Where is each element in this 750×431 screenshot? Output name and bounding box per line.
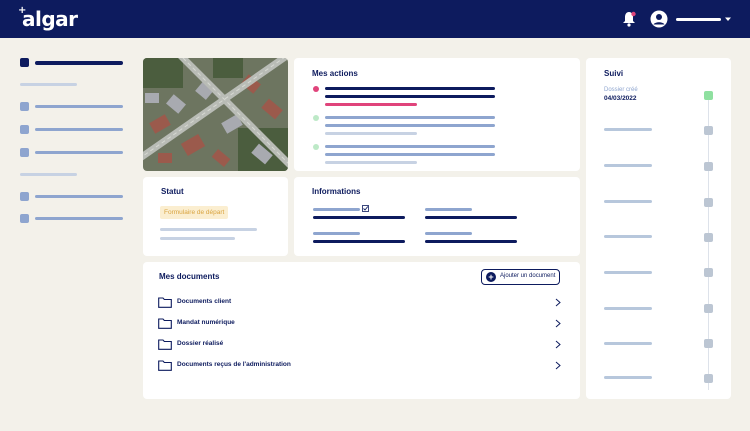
timeline-step-label bbox=[604, 128, 652, 131]
timeline-step bbox=[704, 339, 713, 348]
timeline-step bbox=[704, 162, 713, 171]
alert-icon bbox=[313, 86, 319, 92]
timeline-step bbox=[704, 268, 713, 277]
edit-icon[interactable] bbox=[362, 205, 369, 212]
user-avatar-icon[interactable] bbox=[650, 10, 668, 28]
document-folder-name: Dossier réalisé bbox=[177, 340, 224, 347]
logo-text: algar bbox=[22, 7, 78, 31]
suivi-created-label: Dossier créé bbox=[604, 87, 638, 93]
info-field-value bbox=[313, 240, 405, 243]
sidebar-item[interactable] bbox=[35, 128, 123, 131]
timeline-step-label bbox=[604, 342, 652, 345]
action-item-1-text[interactable] bbox=[325, 95, 495, 98]
sidebar-item-icon[interactable] bbox=[20, 125, 29, 134]
sidebar-item-icon[interactable] bbox=[20, 192, 29, 201]
chevron-right-icon bbox=[555, 361, 561, 370]
document-folder-row[interactable]: Mandat numérique bbox=[158, 317, 563, 331]
timeline-step bbox=[704, 233, 713, 242]
check-icon bbox=[313, 144, 319, 150]
folder-icon bbox=[158, 297, 172, 308]
info-field-value bbox=[425, 240, 517, 243]
chevron-right-icon bbox=[555, 340, 561, 349]
check-icon bbox=[313, 115, 319, 121]
top-bar: + algar bbox=[0, 0, 750, 38]
timeline-step bbox=[704, 198, 713, 207]
timeline-step-label bbox=[604, 164, 652, 167]
timeline-step-label bbox=[604, 271, 652, 274]
timeline-step bbox=[704, 304, 713, 313]
add-document-button[interactable]: + Ajouter un document bbox=[481, 269, 560, 285]
suivi-created-date: 04/03/2022 bbox=[604, 95, 637, 102]
document-folder-row[interactable]: Documents client bbox=[158, 296, 563, 310]
documents-title: Mes documents bbox=[159, 272, 220, 281]
timeline-step-done bbox=[704, 91, 713, 100]
info-field-label bbox=[313, 232, 360, 235]
action-item-3-text[interactable] bbox=[325, 145, 495, 148]
folder-icon bbox=[158, 339, 172, 350]
document-folder-row[interactable]: Dossier réalisé bbox=[158, 338, 563, 352]
sidebar-item-icon-active[interactable] bbox=[20, 58, 29, 67]
sidebar-item-active[interactable] bbox=[35, 61, 123, 65]
chevron-right-icon bbox=[555, 298, 561, 307]
sidebar-item-icon[interactable] bbox=[20, 102, 29, 111]
timeline-step-label bbox=[604, 376, 652, 379]
timeline-step bbox=[704, 374, 713, 383]
logo-mark: + bbox=[18, 5, 26, 16]
timeline-step bbox=[704, 126, 713, 135]
timeline-step-label bbox=[604, 200, 652, 203]
action-item-2-text[interactable] bbox=[325, 116, 495, 119]
action-item-3-subtext bbox=[325, 161, 417, 164]
action-item-2-text[interactable] bbox=[325, 124, 495, 127]
document-folder-row[interactable]: Documents reçus de l'administration bbox=[158, 359, 563, 373]
info-field-label bbox=[313, 208, 360, 211]
sidebar-section-heading bbox=[20, 83, 77, 86]
action-item-1-text[interactable] bbox=[325, 87, 495, 90]
add-document-label: Ajouter un document bbox=[500, 273, 556, 279]
action-item-1-link[interactable] bbox=[325, 103, 417, 106]
suivi-title: Suivi bbox=[604, 69, 624, 78]
status-badge: Formulaire de départ bbox=[160, 206, 229, 219]
folder-icon bbox=[158, 360, 172, 371]
sidebar-item[interactable] bbox=[35, 217, 123, 220]
bell-icon[interactable] bbox=[622, 11, 636, 27]
aerial-map[interactable] bbox=[143, 58, 288, 171]
info-field-value bbox=[425, 216, 517, 219]
sidebar-item-icon[interactable] bbox=[20, 148, 29, 157]
user-name-placeholder[interactable] bbox=[676, 18, 721, 21]
sidebar-item[interactable] bbox=[35, 195, 123, 198]
info-field-value bbox=[313, 216, 405, 219]
status-title: Statut bbox=[161, 187, 184, 196]
status-detail-line bbox=[160, 228, 257, 231]
timeline-step-label bbox=[604, 307, 652, 310]
sidebar-section-heading bbox=[20, 173, 77, 176]
folder-icon bbox=[158, 318, 172, 329]
chevron-right-icon bbox=[555, 319, 561, 328]
info-field-label bbox=[425, 232, 472, 235]
sidebar-item[interactable] bbox=[35, 105, 123, 108]
document-folder-name: Documents client bbox=[177, 298, 232, 305]
algar-logo[interactable]: + algar bbox=[18, 5, 78, 31]
document-folder-name: Mandat numérique bbox=[177, 319, 235, 326]
sidebar-item[interactable] bbox=[35, 151, 123, 154]
info-field-label bbox=[425, 208, 472, 211]
sidebar-item-icon[interactable] bbox=[20, 214, 29, 223]
action-item-2-subtext bbox=[325, 132, 417, 135]
actions-title: Mes actions bbox=[312, 69, 358, 78]
aerial-map-image bbox=[143, 58, 288, 171]
status-detail-line bbox=[160, 237, 235, 240]
plus-icon: + bbox=[486, 272, 496, 282]
timeline-step-label bbox=[604, 235, 652, 238]
action-item-3-text[interactable] bbox=[325, 153, 495, 156]
document-folder-name: Documents reçus de l'administration bbox=[177, 361, 291, 368]
chevron-down-icon[interactable] bbox=[724, 15, 732, 23]
informations-title: Informations bbox=[312, 187, 361, 196]
